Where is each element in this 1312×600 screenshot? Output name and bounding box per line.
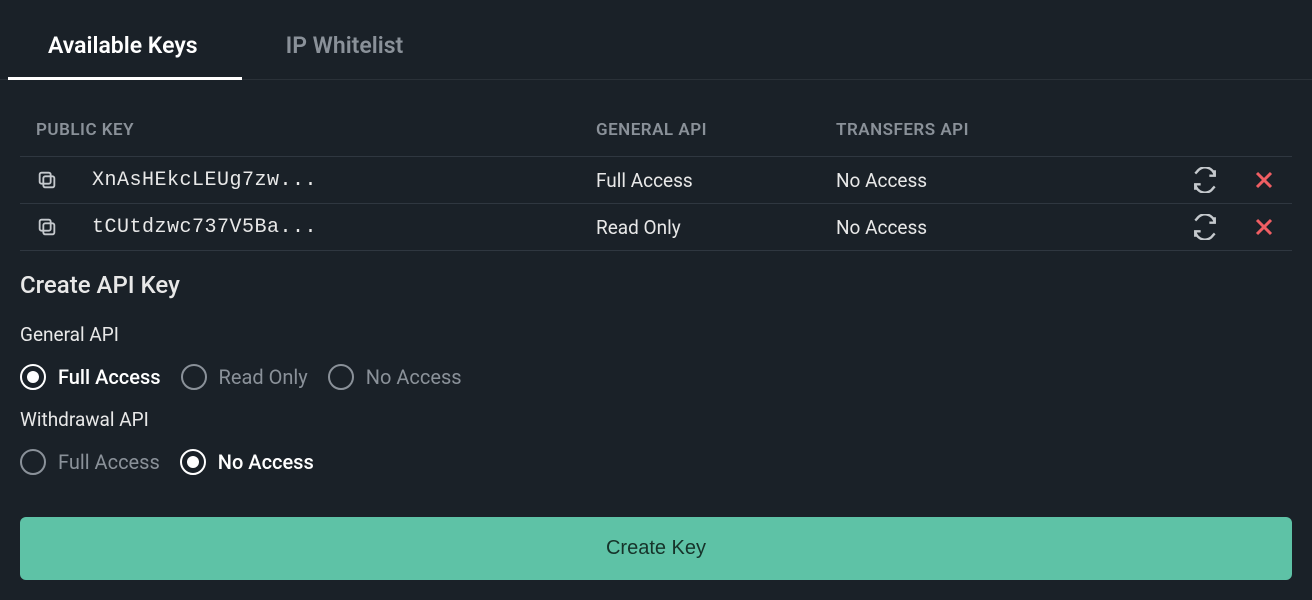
api-keys-panel: Available Keys IP Whitelist PUBLIC KEY G… <box>0 0 1312 600</box>
radio-withdrawal-full-access[interactable]: Full Access <box>20 449 160 475</box>
table-header: PUBLIC KEY GENERAL API TRANSFERS API <box>20 100 1292 157</box>
radio-group-general: Full Access Read Only No Access <box>20 364 1292 390</box>
tab-label: IP Whitelist <box>286 32 404 59</box>
create-title: Create API Key <box>20 271 1292 299</box>
radio-icon <box>328 364 354 390</box>
create-api-key-section: Create API Key General API Full Access R… <box>20 251 1292 580</box>
keys-table: PUBLIC KEY GENERAL API TRANSFERS API XnA… <box>20 100 1292 251</box>
create-key-button[interactable]: Create Key <box>20 517 1292 580</box>
group-label-general: General API <box>20 323 1292 346</box>
copy-icon[interactable] <box>36 169 58 191</box>
public-key-cell: tCUtdzwc737V5Ba... <box>36 216 596 239</box>
col-public-key: PUBLIC KEY <box>36 120 596 140</box>
col-general-api: GENERAL API <box>596 120 836 140</box>
row-actions <box>1156 214 1276 240</box>
col-transfers-api: TRANSFERS API <box>836 120 1156 140</box>
transfers-api-value: No Access <box>836 216 1156 239</box>
radio-icon <box>180 449 206 475</box>
radio-icon <box>20 364 46 390</box>
table-row: tCUtdzwc737V5Ba... Read Only No Access <box>20 204 1292 251</box>
radio-label: No Access <box>366 365 462 389</box>
transfers-api-value: No Access <box>836 169 1156 192</box>
delete-icon[interactable] <box>1252 168 1276 192</box>
table-row: XnAsHEkcLEUg7zw... Full Access No Access <box>20 157 1292 204</box>
tab-ip-whitelist[interactable]: IP Whitelist <box>242 18 448 79</box>
tab-available-keys[interactable]: Available Keys <box>4 18 242 79</box>
radio-label: Full Access <box>58 450 160 474</box>
public-key-value: tCUtdzwc737V5Ba... <box>92 216 317 239</box>
radio-label: No Access <box>218 450 314 474</box>
radio-icon <box>20 449 46 475</box>
radio-group-withdrawal: Full Access No Access <box>20 449 1292 475</box>
refresh-icon[interactable] <box>1192 167 1218 193</box>
radio-label: Full Access <box>58 365 161 389</box>
button-label: Create Key <box>606 537 706 559</box>
general-api-value: Full Access <box>596 169 836 192</box>
group-label-withdrawal: Withdrawal API <box>20 408 1292 431</box>
public-key-value: XnAsHEkcLEUg7zw... <box>92 169 317 192</box>
radio-general-read-only[interactable]: Read Only <box>181 364 308 390</box>
refresh-icon[interactable] <box>1192 214 1218 240</box>
radio-label: Read Only <box>219 365 308 389</box>
tab-label: Available Keys <box>48 32 198 59</box>
general-api-value: Read Only <box>596 216 836 239</box>
content: PUBLIC KEY GENERAL API TRANSFERS API XnA… <box>0 80 1312 600</box>
radio-general-no-access[interactable]: No Access <box>328 364 462 390</box>
row-actions <box>1156 167 1276 193</box>
delete-icon[interactable] <box>1252 215 1276 239</box>
radio-general-full-access[interactable]: Full Access <box>20 364 161 390</box>
radio-icon <box>181 364 207 390</box>
copy-icon[interactable] <box>36 216 58 238</box>
tabs: Available Keys IP Whitelist <box>0 0 1312 80</box>
radio-withdrawal-no-access[interactable]: No Access <box>180 449 314 475</box>
public-key-cell: XnAsHEkcLEUg7zw... <box>36 169 596 192</box>
